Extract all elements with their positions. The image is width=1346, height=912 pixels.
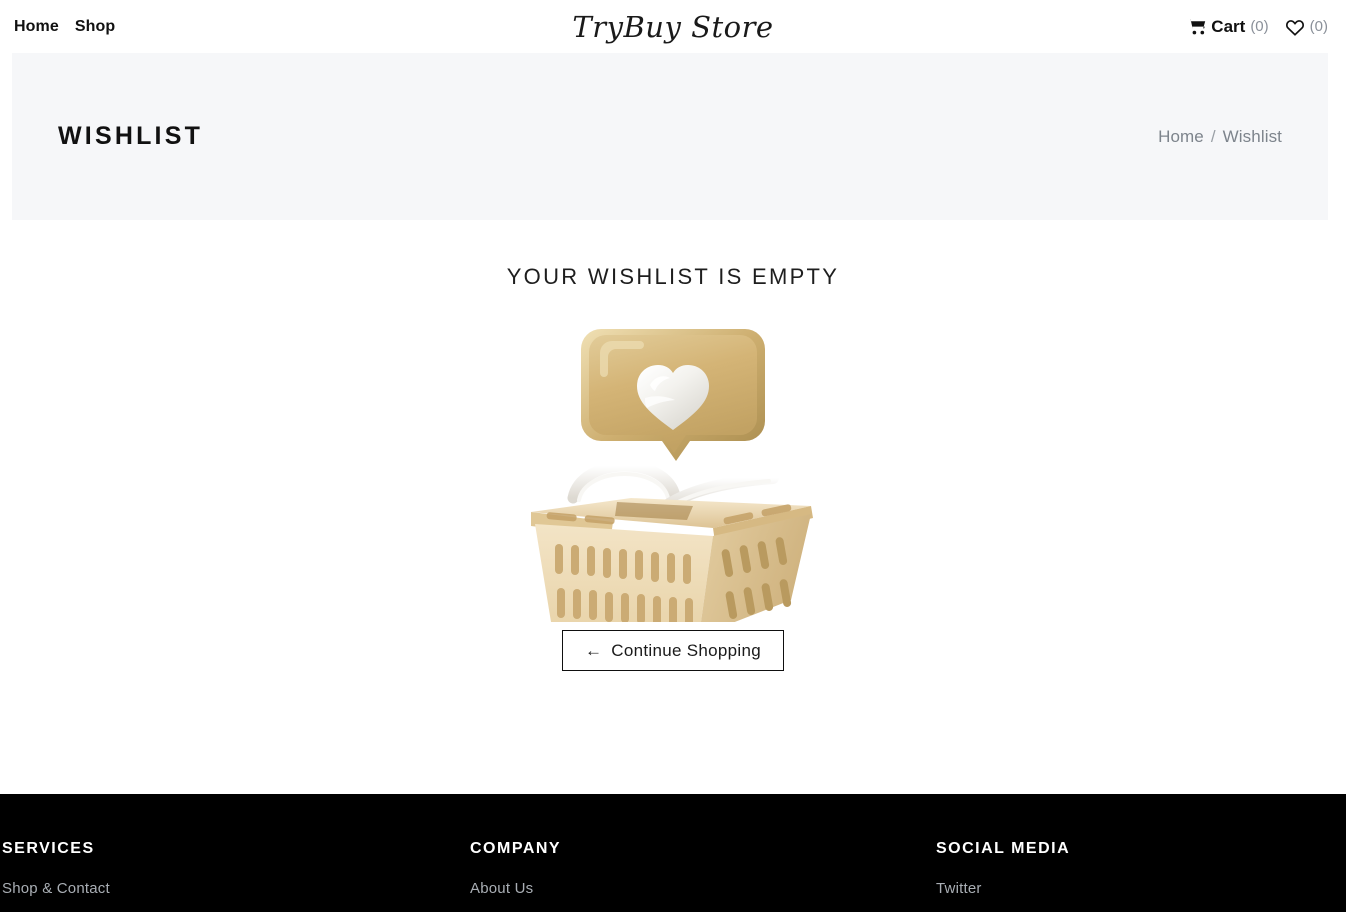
site-footer: SERVICES Shop & Contact COMPANY About Us…: [0, 794, 1346, 912]
breadcrumb-home[interactable]: Home: [1158, 127, 1204, 147]
empty-wishlist-heading: YOUR WISHLIST IS EMPTY: [506, 264, 840, 289]
breadcrumb: Home / Wishlist: [1158, 127, 1282, 147]
site-logo[interactable]: TryBuy Store: [572, 10, 773, 44]
footer-link-twitter[interactable]: Twitter: [936, 880, 1346, 897]
shopping-cart-icon: [1187, 18, 1206, 35]
shopping-basket: [531, 460, 813, 644]
heart-speech-bubble: [581, 329, 765, 461]
continue-shopping-label: Continue Shopping: [611, 641, 762, 660]
nav-item-home[interactable]: Home: [14, 18, 59, 36]
footer-heading-services: SERVICES: [2, 840, 95, 857]
continue-shopping-button[interactable]: ← Continue Shopping: [561, 630, 785, 671]
breadcrumb-separator: /: [1210, 126, 1216, 146]
footer-heading-social-media: SOCIAL MEDIA: [936, 840, 1071, 857]
footer-heading-company: COMPANY: [470, 840, 562, 857]
cart-count: (0): [1250, 18, 1269, 35]
footer-link-shop-and-contact[interactable]: Shop & Contact: [2, 880, 470, 897]
page-title: WISHLIST: [58, 122, 204, 150]
empty-wishlist-basket-illustration: [513, 312, 833, 644]
site-header: Home Shop TryBuy Store Cart (0) (0): [0, 0, 1346, 53]
wishlist-button[interactable]: (0): [1285, 18, 1328, 36]
header-actions: Cart (0) (0): [1187, 17, 1328, 37]
wishlist-count: (0): [1309, 18, 1328, 35]
basket-handle-left: [567, 460, 681, 504]
page-banner: WISHLIST Home / Wishlist: [12, 53, 1328, 220]
nav-item-shop[interactable]: Shop: [75, 18, 115, 36]
footer-link-about-us[interactable]: About Us: [470, 880, 936, 897]
breadcrumb-current: Wishlist: [1222, 126, 1282, 146]
footer-column-social-media: SOCIAL MEDIA Twitter: [936, 840, 1346, 912]
footer-column-services: SERVICES Shop & Contact: [0, 840, 470, 912]
primary-navigation: Home Shop: [0, 18, 115, 36]
cart-label: Cart: [1211, 16, 1246, 36]
arrow-left-icon: ←: [584, 641, 603, 660]
footer-column-company: COMPANY About Us: [470, 840, 936, 912]
heart-icon: [1285, 18, 1305, 36]
main-content: YOUR WISHLIST IS EMPTY ← Continue Shoppi…: [0, 220, 1346, 794]
cart-button[interactable]: Cart (0): [1187, 16, 1269, 37]
